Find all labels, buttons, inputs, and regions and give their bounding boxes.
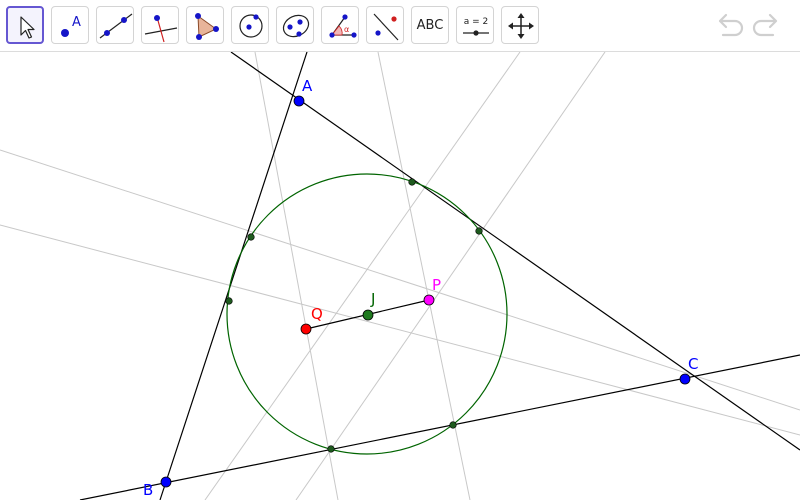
circle-point[interactable] bbox=[225, 297, 233, 305]
text-tool-label: ABC bbox=[416, 17, 444, 33]
point-a-label: A bbox=[302, 77, 313, 95]
point-b-label: B bbox=[143, 481, 153, 499]
move-arrows-icon bbox=[508, 13, 534, 39]
line-tool-button[interactable] bbox=[96, 6, 134, 44]
helper-line bbox=[254, 52, 339, 500]
reflect-icon bbox=[373, 13, 399, 41]
ellipse-icon bbox=[282, 14, 310, 38]
point-c[interactable]: C bbox=[679, 355, 698, 385]
circle-point[interactable] bbox=[449, 421, 457, 429]
graphics-view[interactable]: A B C Q J P bbox=[0, 52, 800, 500]
point-j[interactable]: J bbox=[362, 290, 375, 321]
point-p-label: P bbox=[432, 276, 441, 294]
helper-line bbox=[295, 52, 606, 500]
reflect-tool-button[interactable] bbox=[366, 6, 404, 44]
point-c-label: C bbox=[688, 355, 698, 373]
conic-tool-button[interactable] bbox=[276, 6, 314, 44]
perpendicular-line-icon bbox=[144, 15, 178, 43]
point-b[interactable]: B bbox=[143, 476, 172, 499]
circle-point[interactable] bbox=[247, 233, 255, 241]
line-ab[interactable] bbox=[159, 52, 308, 500]
line-ac[interactable] bbox=[230, 52, 800, 451]
angle-icon: α bbox=[329, 14, 357, 38]
cursor-arrow-icon bbox=[20, 16, 35, 39]
line-icon bbox=[99, 13, 133, 39]
helper-line bbox=[377, 52, 471, 500]
point-j-label: J bbox=[370, 290, 375, 308]
slider-tool-label: a = 2 bbox=[464, 17, 489, 27]
polygon-icon bbox=[195, 13, 219, 40]
redo-button[interactable] bbox=[749, 10, 783, 42]
point-icon: A bbox=[61, 15, 81, 37]
point-q-label: Q bbox=[311, 305, 323, 323]
slider-tool-button[interactable]: a = 2 bbox=[456, 6, 494, 44]
redo-icon bbox=[752, 13, 778, 37]
move-tool-button[interactable] bbox=[6, 6, 44, 44]
angle-tool-button[interactable]: α bbox=[321, 6, 359, 44]
point-tool-button[interactable]: A bbox=[51, 6, 89, 44]
helper-line bbox=[204, 52, 521, 500]
toolbar: A α ABC a = 2 bbox=[0, 0, 800, 52]
angle-tool-label: α bbox=[344, 25, 349, 34]
circle-point[interactable] bbox=[327, 445, 335, 453]
circle-center-point-tool-button[interactable] bbox=[231, 6, 269, 44]
undo-button[interactable] bbox=[713, 10, 747, 42]
text-tool-button[interactable]: ABC bbox=[411, 6, 449, 44]
perpendicular-line-tool-button[interactable] bbox=[141, 6, 179, 44]
move-graphics-view-tool-button[interactable] bbox=[501, 6, 539, 44]
line-bc[interactable] bbox=[79, 354, 800, 500]
point-tool-label: A bbox=[72, 15, 81, 30]
slider-icon: a = 2 bbox=[463, 17, 489, 36]
circle-point[interactable] bbox=[408, 178, 416, 186]
helper-line bbox=[0, 224, 800, 436]
circle-point[interactable] bbox=[475, 227, 483, 235]
circle-icon bbox=[239, 14, 263, 38]
helper-lines bbox=[0, 52, 800, 500]
helper-line bbox=[0, 149, 800, 411]
polygon-tool-button[interactable] bbox=[186, 6, 224, 44]
undo-icon bbox=[718, 13, 744, 37]
